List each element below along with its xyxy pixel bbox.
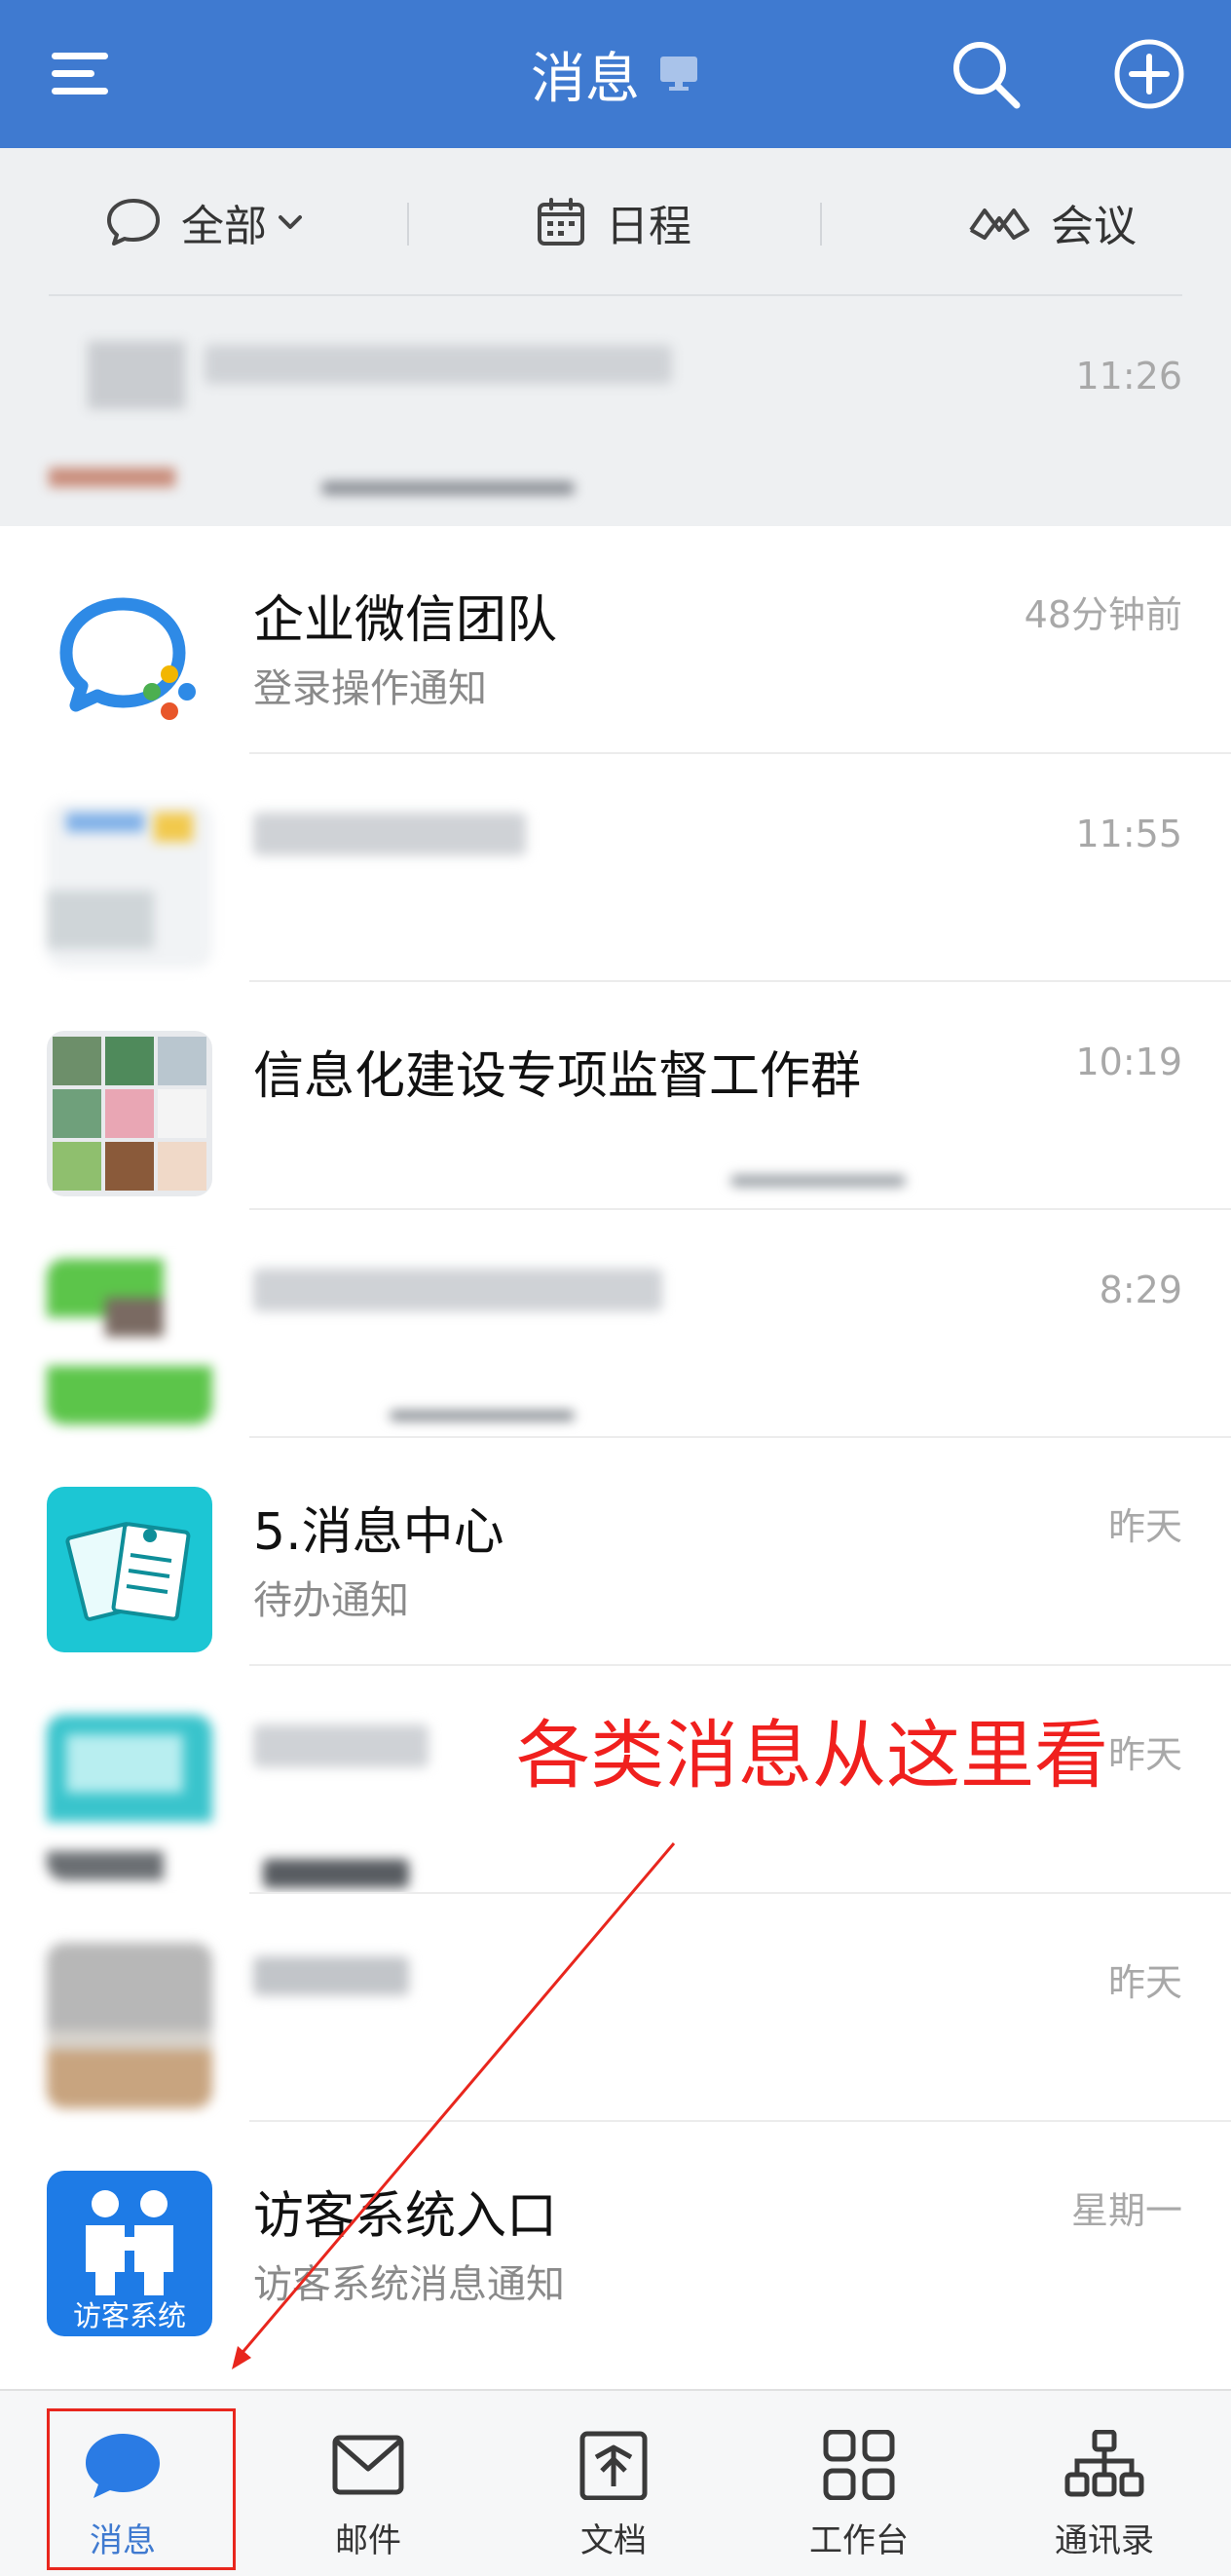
top-header: 消息 — [0, 0, 1231, 148]
blurred-avatar — [47, 1943, 212, 2108]
conversation-row-blurred[interactable]: 昨天 — [0, 1894, 1231, 2122]
conversation-row-wecom-team[interactable]: 企业微信团队 登录操作通知 48分钟前 — [0, 526, 1231, 754]
blurred-title — [205, 345, 672, 384]
filter-divider — [820, 203, 822, 246]
filter-all-label: 全部 — [181, 202, 267, 251]
page-title: 消息 — [531, 47, 640, 111]
filter-bar: 全部 日程 会议 — [0, 148, 1231, 296]
conversation-row-visitor[interactable]: 访客系统 访客系统入口 访客系统消息通知 星期一 — [0, 2122, 1231, 2350]
calendar-icon — [536, 197, 586, 247]
document-icon — [575, 2430, 653, 2504]
conversation-title: 信息化建设专项监督工作群 — [253, 1047, 862, 1106]
desktop-icon — [657, 43, 700, 106]
conversation-time: 昨天 — [1107, 1505, 1182, 1548]
blurred-title — [253, 1724, 429, 1767]
conversation-time: 昨天 — [1107, 1733, 1182, 1776]
nav-mail[interactable]: 邮件 — [251, 2391, 485, 2576]
filter-meeting-label: 会议 — [1051, 202, 1137, 251]
notes-avatar — [47, 1487, 212, 1652]
annotation-highlight-box — [47, 2408, 236, 2570]
nav-contacts[interactable]: 通讯录 — [988, 2391, 1221, 2576]
conversation-subtitle: 访客系统消息通知 — [253, 2262, 565, 2307]
blurred-subtitle — [390, 1411, 575, 1421]
blurred-title — [253, 1956, 409, 1995]
filter-schedule-button[interactable]: 日程 — [487, 148, 740, 296]
conversation-subtitle: 登录操作通知 — [253, 666, 487, 711]
filter-divider — [407, 203, 409, 246]
conversation-time: 48分钟前 — [1024, 593, 1182, 636]
conversation-time: 11:55 — [1075, 813, 1182, 855]
nav-label: 工作台 — [809, 2521, 909, 2560]
header-title-area: 消息 — [0, 0, 1231, 148]
app-screen: 消息 全部 日程 会议 11:26 企业微信团队 登录操作通知 48分钟前 11… — [0, 0, 1231, 2576]
blurred-subtitle — [263, 1859, 409, 1888]
conversation-title: 5.消息中心 — [253, 1503, 504, 1562]
nav-label: 文档 — [580, 2521, 647, 2560]
conversation-time: 10:19 — [1075, 1041, 1182, 1083]
filter-meeting-button[interactable]: 会议 — [915, 148, 1188, 296]
conversation-row-msg-center[interactable]: 5.消息中心 待办通知 昨天 — [0, 1438, 1231, 1666]
conversation-row-pinned[interactable]: 11:26 — [0, 296, 1231, 526]
group-avatar — [47, 1031, 212, 1196]
conversation-row-blurred[interactable]: 11:55 — [0, 754, 1231, 982]
conversation-subtitle: 待办通知 — [253, 1578, 409, 1623]
chevron-down-icon — [277, 212, 304, 232]
conversation-row-info-group[interactable]: 信息化建设专项监督工作群 10:19 — [0, 982, 1231, 1210]
nav-label: 通讯录 — [1055, 2521, 1154, 2560]
conversation-time: 8:29 — [1099, 1269, 1182, 1311]
conversation-title: 企业微信团队 — [253, 591, 558, 650]
nav-workbench[interactable]: 工作台 — [742, 2391, 976, 2576]
avatar-caption: 访客系统 — [72, 2299, 186, 2332]
conversation-title: 访客系统入口 — [253, 2187, 558, 2246]
conversation-time: 昨天 — [1107, 1961, 1182, 2004]
filter-all-button[interactable]: 全部 — [58, 148, 351, 296]
nav-docs[interactable]: 文档 — [497, 2391, 730, 2576]
blurred-title — [253, 1269, 662, 1311]
conversation-row-blurred[interactable]: 8:29 — [0, 1210, 1231, 1438]
wecom-logo-avatar — [47, 575, 212, 740]
chat-outline-icon — [105, 197, 162, 247]
org-chart-icon — [1063, 2429, 1145, 2504]
blurred-subtitle — [321, 481, 575, 495]
blurred-subtitle — [730, 1175, 906, 1187]
filter-schedule-label: 日程 — [606, 202, 691, 251]
menu-icon[interactable] — [33, 25, 131, 123]
conversation-time: 11:26 — [1075, 355, 1182, 398]
blurred-avatar — [47, 1715, 212, 1880]
conversation-time: 星期一 — [1070, 2189, 1182, 2232]
blurred-avatar — [47, 1259, 212, 1424]
meeting-icon — [967, 203, 1031, 242]
blurred-avatar — [49, 341, 185, 507]
search-icon[interactable] — [937, 25, 1034, 123]
blurred-avatar — [47, 803, 212, 968]
mail-icon — [329, 2430, 407, 2504]
visitor-system-avatar: 访客系统 — [47, 2171, 212, 2336]
add-icon[interactable] — [1100, 25, 1198, 123]
blurred-title — [253, 813, 526, 855]
annotation-text: 各类消息从这里看 — [516, 1712, 1108, 1799]
grid-icon — [820, 2429, 898, 2504]
nav-label: 邮件 — [335, 2521, 401, 2560]
